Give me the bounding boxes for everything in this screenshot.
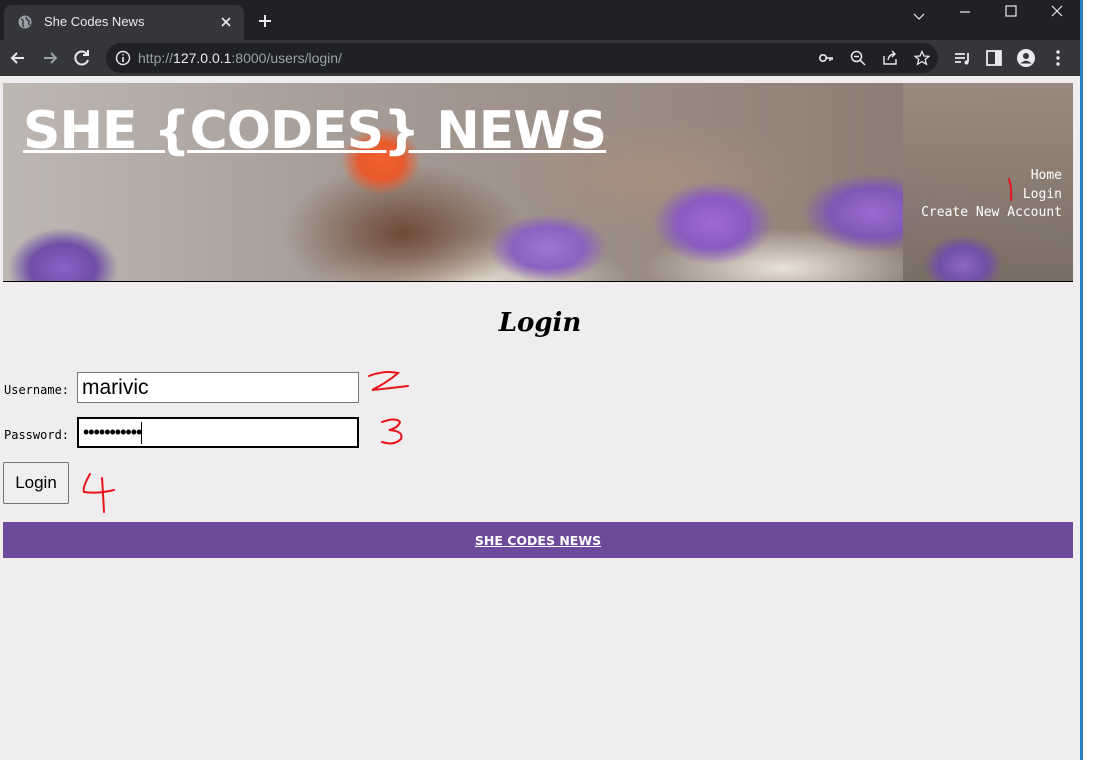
page-viewport: SHE {CODES} NEWS Home Login Create New A… [0, 76, 1080, 760]
url-path: :8000/users/login/ [231, 50, 342, 66]
key-icon[interactable] [818, 50, 834, 66]
address-bar[interactable]: http://127.0.0.1:8000/users/login/ [106, 43, 938, 73]
tab-strip: She Codes News [0, 0, 1080, 40]
login-button[interactable]: Login [3, 462, 69, 504]
site-title-link[interactable]: SHE {CODES} NEWS [23, 101, 607, 161]
password-label: Password: [4, 428, 70, 442]
window-close-icon[interactable] [1034, 4, 1080, 34]
more-icon[interactable] [1048, 48, 1068, 68]
browser-tab[interactable]: She Codes News [4, 5, 244, 40]
password-input[interactable]: ••••••••••• [77, 417, 359, 448]
reload-icon[interactable] [72, 48, 92, 68]
username-input[interactable]: marivic [77, 372, 359, 403]
annotation-2 [368, 371, 409, 391]
desktop-background [1083, 0, 1120, 760]
annotation-3 [381, 418, 403, 445]
globe-icon [18, 15, 32, 29]
star-icon[interactable] [914, 50, 930, 66]
annotation-4 [82, 473, 115, 513]
maximize-icon[interactable] [988, 4, 1034, 34]
zoom-out-icon[interactable] [850, 50, 866, 66]
back-arrow-icon[interactable] [8, 48, 28, 68]
browser-chrome: She Codes News http://127.0.0.1:8000/use… [0, 0, 1080, 76]
close-icon[interactable] [218, 14, 234, 30]
nav-home[interactable]: Home [921, 167, 1062, 186]
text-caret [141, 422, 143, 445]
footer-bar: SHE CODES NEWS [3, 522, 1073, 558]
annotation-1 [1008, 178, 1013, 201]
share-icon[interactable] [882, 50, 898, 66]
main-nav: Home Login Create New Account [921, 167, 1062, 223]
plus-icon[interactable] [257, 13, 273, 29]
profile-icon[interactable] [1016, 48, 1036, 68]
username-label: Username: [4, 383, 70, 397]
nav-login[interactable]: Login [921, 186, 1062, 205]
url-host: 127.0.0.1 [173, 50, 232, 66]
header-banner: SHE {CODES} NEWS Home Login Create New A… [3, 83, 1073, 282]
reading-list-icon[interactable] [952, 48, 972, 68]
tab-title: She Codes News [44, 14, 145, 29]
url-text: http://127.0.0.1:8000/users/login/ [138, 50, 342, 66]
page-title: Login [498, 308, 582, 338]
footer-link[interactable]: SHE CODES NEWS [475, 533, 601, 548]
forward-arrow-icon[interactable] [40, 48, 60, 68]
username-value: marivic [82, 376, 149, 399]
nav-create-account[interactable]: Create New Account [921, 204, 1062, 223]
minimize-icon[interactable] [942, 4, 988, 34]
password-value: ••••••••••• [83, 422, 142, 442]
chevron-down-icon[interactable] [896, 4, 942, 34]
info-icon[interactable] [115, 50, 131, 66]
side-panel-icon[interactable] [984, 48, 1004, 68]
url-scheme: http:// [138, 50, 174, 66]
browser-toolbar: http://127.0.0.1:8000/users/login/ [0, 40, 1080, 76]
